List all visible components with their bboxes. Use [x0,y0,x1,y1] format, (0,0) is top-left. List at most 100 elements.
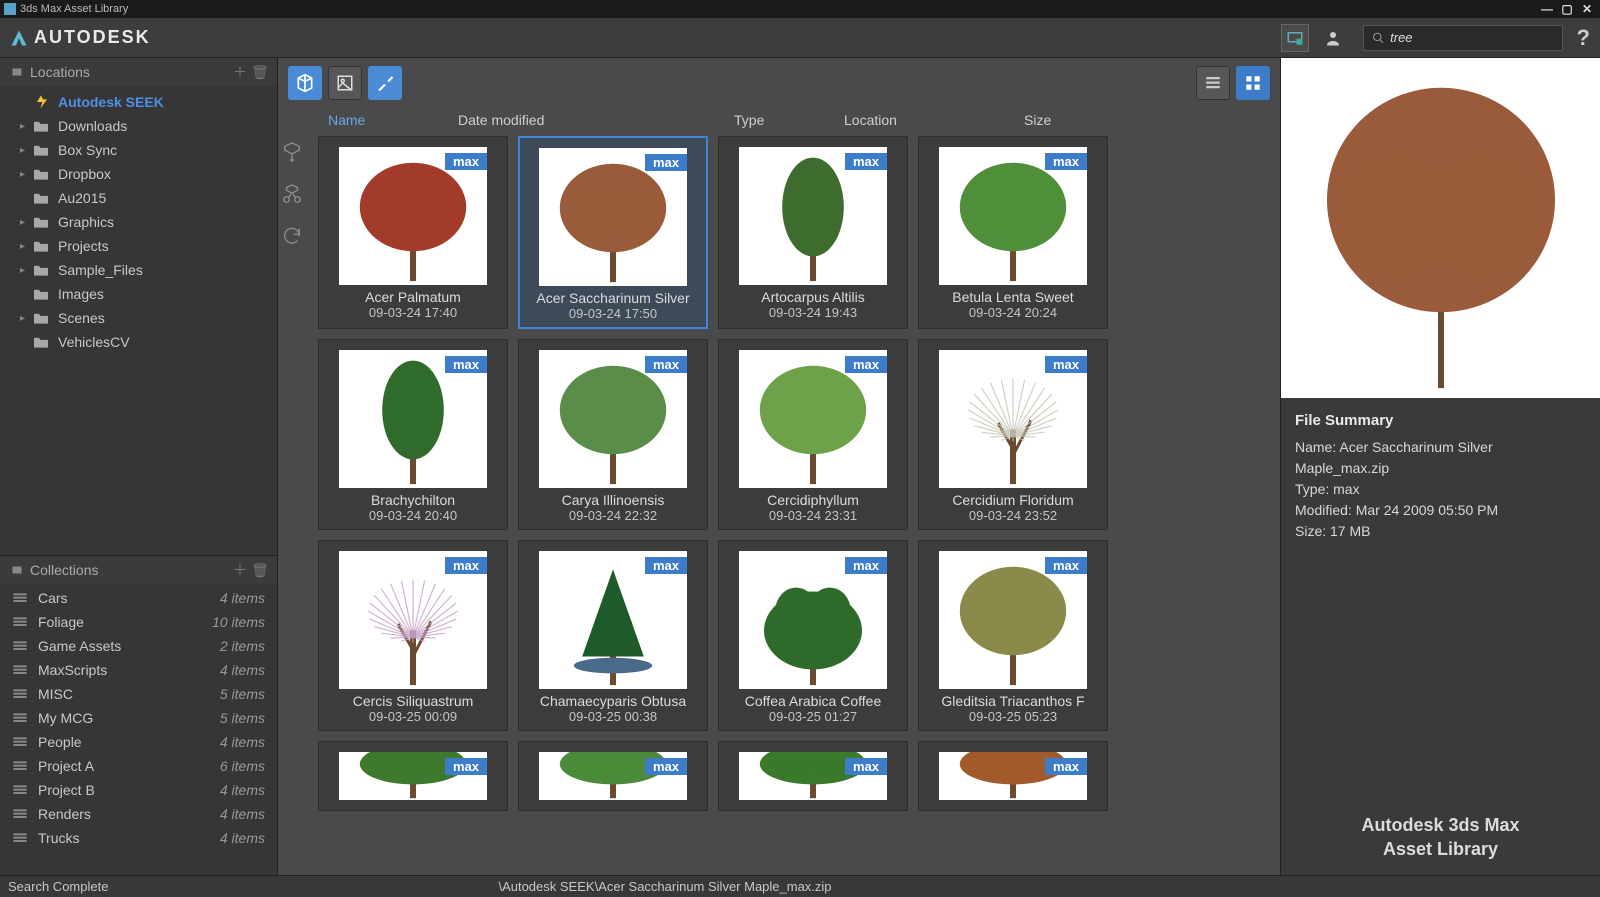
link-tool-icon[interactable] [278,180,306,208]
minimize-button[interactable]: — [1538,2,1556,16]
asset-grid: max Acer Palmatum 09-03-24 17:40 max Ace… [318,136,1270,811]
location-label: Au2015 [58,190,106,206]
location-item[interactable]: ▸ Scenes [0,306,277,330]
collection-item[interactable]: MaxScripts 4 items [0,658,277,682]
col-location[interactable]: Location [844,112,1024,128]
footer-line1: Autodesk 3ds Max [1295,814,1586,837]
collection-count: 4 items [220,734,265,750]
asset-thumbnail: max [539,148,687,286]
refresh-tool-icon[interactable] [278,222,306,250]
col-type[interactable]: Type [734,112,844,128]
add-location-button[interactable]: ＋ [233,65,247,79]
folder-icon [32,287,50,301]
location-item[interactable]: VehiclesCV [0,330,277,354]
asset-card[interactable]: max Betula Lenta Sweet 09-03-24 20:24 [918,136,1108,329]
delete-location-button[interactable]: 🗑 [253,65,267,79]
filter-image-button[interactable] [328,66,362,100]
collection-item[interactable]: Project B 4 items [0,778,277,802]
asset-card[interactable]: max Brachychilton 09-03-24 20:40 [318,339,508,530]
asset-card[interactable]: max Coffea Arabica Coffee 09-03-25 01:27 [718,540,908,731]
collections-icon [10,564,24,576]
filetype-badge: max [445,356,487,373]
asset-thumbnail: max [539,350,687,488]
place-tool-icon[interactable] [278,138,306,166]
collection-item[interactable]: People 4 items [0,730,277,754]
collection-item[interactable]: Cars 4 items [0,586,277,610]
asset-card[interactable]: max [318,741,508,811]
filter-tools-button[interactable] [368,66,402,100]
location-item[interactable]: ▸ Graphics [0,210,277,234]
view-grid-button[interactable] [1236,66,1270,100]
collection-item[interactable]: Renders 4 items [0,802,277,826]
asset-card[interactable]: max [918,741,1108,811]
chevron-right-icon: ▸ [20,145,30,156]
locations-icon [10,66,24,78]
location-item[interactable]: ▸ Sample_Files [0,258,277,282]
collections-header[interactable]: Collections ＋ 🗑 [0,556,277,584]
view-list-button[interactable] [1196,66,1230,100]
asset-card[interactable]: max Cercidium Floridum 09-03-24 23:52 [918,339,1108,530]
search-input[interactable] [1390,30,1553,45]
filetype-badge: max [445,153,487,170]
filetype-badge: max [645,356,687,373]
help-icon[interactable]: ? [1577,25,1590,51]
location-item[interactable]: Au2015 [0,186,277,210]
collection-label: People [38,734,82,750]
location-item[interactable]: Autodesk SEEK [0,90,277,114]
asset-card[interactable]: max [718,741,908,811]
user-account-icon[interactable] [1319,24,1347,52]
asset-card[interactable]: max Artocarpus Altilis 09-03-24 19:43 [718,136,908,329]
location-item[interactable]: Images [0,282,277,306]
col-size[interactable]: Size [1024,112,1104,128]
asset-card[interactable]: max Cercis Siliquastrum 09-03-25 00:09 [318,540,508,731]
collection-label: Trucks [38,830,79,846]
collection-icon [12,663,28,677]
asset-name: Gleditsia Triacanthos F [941,693,1084,709]
search-box[interactable] [1363,25,1563,51]
location-item[interactable]: ▸ Box Sync [0,138,277,162]
asset-name: Brachychilton [371,492,455,508]
location-item[interactable]: ▸ Projects [0,234,277,258]
collection-icon [12,759,28,773]
location-label: Dropbox [58,166,111,182]
delete-collection-button[interactable]: 🗑 [253,563,267,577]
collection-icon [12,807,28,821]
col-date[interactable]: Date modified [458,112,734,128]
col-name[interactable]: Name [328,112,458,128]
locations-header[interactable]: Locations ＋ 🗑 [0,58,277,86]
maximize-button[interactable]: ▢ [1558,2,1576,16]
location-item[interactable]: ▸ Downloads [0,114,277,138]
asset-date: 09-03-25 00:38 [569,709,657,724]
location-item[interactable]: ▸ Dropbox [0,162,277,186]
asset-card[interactable]: max Carya Illinoensis 09-03-24 22:32 [518,339,708,530]
asset-thumbnail: max [939,350,1087,488]
asset-date: 09-03-24 20:24 [969,305,1057,320]
collection-item[interactable]: MISC 5 items [0,682,277,706]
asset-card[interactable]: max Acer Saccharinum Silver 09-03-24 17:… [518,136,708,329]
collection-count: 4 items [220,590,265,606]
collection-count: 4 items [220,662,265,678]
filter-3d-button[interactable] [288,66,322,100]
collection-item[interactable]: Foliage 10 items [0,610,277,634]
filetype-badge: max [845,557,887,574]
collection-label: MISC [38,686,73,702]
collection-item[interactable]: Project A 6 items [0,754,277,778]
asset-date: 09-03-25 05:23 [969,709,1057,724]
add-collection-button[interactable]: ＋ [233,563,247,577]
asset-card[interactable]: max Gleditsia Triacanthos F 09-03-25 05:… [918,540,1108,731]
collection-item[interactable]: Trucks 4 items [0,826,277,850]
asset-date: 09-03-24 19:43 [769,305,857,320]
asset-card[interactable]: max Chamaecyparis Obtusa 09-03-25 00:38 [518,540,708,731]
folder-icon [32,191,50,205]
location-label: Images [58,286,104,302]
display-settings-icon[interactable] [1281,24,1309,52]
collection-item[interactable]: My MCG 5 items [0,706,277,730]
collection-count: 4 items [220,830,265,846]
asset-card[interactable]: max [518,741,708,811]
asset-card[interactable]: max Cercidiphyllum 09-03-24 23:31 [718,339,908,530]
sidebar: Locations ＋ 🗑 Autodesk SEEK ▸ Downloads … [0,58,278,875]
chevron-right-icon: ▸ [20,121,30,132]
close-button[interactable]: ✕ [1578,2,1596,16]
asset-card[interactable]: max Acer Palmatum 09-03-24 17:40 [318,136,508,329]
collection-item[interactable]: Game Assets 2 items [0,634,277,658]
